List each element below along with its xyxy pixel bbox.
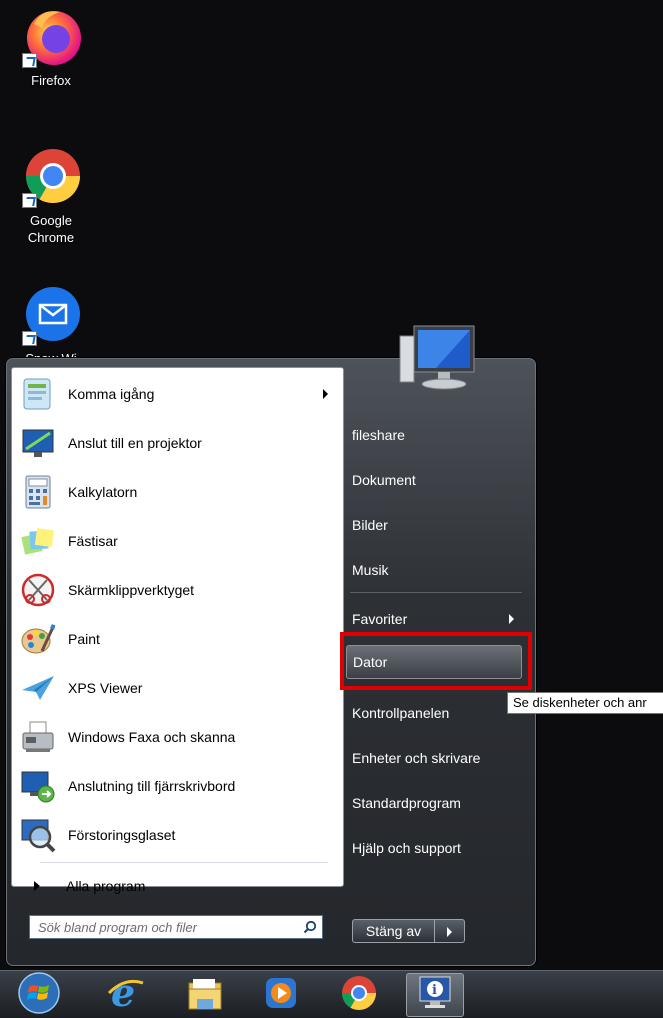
- program-item-sticky-notes[interactable]: Fästisar: [20, 519, 336, 563]
- chrome-icon: [339, 973, 379, 1018]
- program-label: Windows Faxa och skanna: [68, 729, 236, 745]
- start-button[interactable]: [10, 971, 68, 1018]
- taskbar-media-player[interactable]: [252, 973, 310, 1017]
- right-item-pictures[interactable]: Bilder: [346, 508, 522, 542]
- firefox-icon: [20, 6, 82, 68]
- right-item-label: Bilder: [352, 517, 388, 533]
- submenu-arrow-icon: [509, 614, 514, 624]
- computer-icon: [396, 322, 478, 396]
- right-item-documents[interactable]: Dokument: [346, 463, 522, 497]
- file-explorer-icon: [185, 973, 225, 1018]
- taskbar-internet-explorer[interactable]: e: [96, 970, 154, 1018]
- program-item-xps-viewer[interactable]: XPS Viewer: [20, 666, 336, 710]
- program-item-calculator[interactable]: Kalkylatorn: [20, 470, 336, 514]
- right-item-help-support[interactable]: Hjälp och support: [346, 831, 522, 865]
- fax-scan-icon: [20, 719, 56, 755]
- shutdown-button[interactable]: Stäng av: [352, 919, 435, 943]
- all-programs-button[interactable]: Alla program: [34, 872, 145, 900]
- program-label: Paint: [68, 631, 100, 647]
- search-box[interactable]: [29, 915, 323, 939]
- right-divider: [350, 592, 522, 593]
- program-item-remote-desktop[interactable]: Anslutning till fjärrskrivbord: [20, 764, 336, 808]
- media-player-icon: [263, 975, 299, 1016]
- magnifier-icon: [20, 817, 56, 853]
- right-item-devices-printers[interactable]: Enheter och skrivare: [346, 741, 522, 775]
- svg-text:e: e: [111, 973, 135, 1013]
- right-item-fileshare[interactable]: fileshare: [346, 418, 522, 452]
- desktop-icon-mail[interactable]: Snow Wi: [12, 284, 90, 367]
- program-item-projector[interactable]: Anslut till en projektor: [20, 421, 336, 465]
- program-label: Anslutning till fjärrskrivbord: [68, 778, 236, 794]
- projector-icon: [20, 425, 56, 461]
- program-label: Komma igång: [68, 386, 155, 402]
- chrome-icon: [20, 146, 82, 208]
- tooltip: Se diskenheter och anr: [507, 692, 663, 714]
- desktop-icon-label: Google Chrome: [27, 213, 75, 245]
- internet-explorer-icon: e: [105, 970, 145, 1018]
- right-item-label: fileshare: [352, 427, 405, 443]
- program-item-paint[interactable]: Paint: [20, 617, 336, 661]
- xps-viewer-icon: [20, 670, 56, 706]
- calculator-icon: [20, 474, 56, 510]
- right-item-label: Hjälp och support: [352, 840, 461, 856]
- desktop-icon-label: Firefox: [31, 73, 71, 88]
- submenu-arrow-icon: [323, 389, 328, 399]
- search-input[interactable]: [30, 916, 298, 938]
- all-programs-label: Alla program: [66, 878, 146, 894]
- program-label: Fästisar: [68, 533, 118, 549]
- program-label: Skärmklippverktyget: [68, 582, 195, 598]
- desktop-icon-firefox[interactable]: Firefox: [12, 6, 90, 89]
- program-label: Förstoringsglaset: [68, 827, 176, 843]
- desktop-icon-chrome[interactable]: Google Chrome: [12, 146, 90, 246]
- taskbar-file-explorer[interactable]: [176, 973, 234, 1017]
- getting-started-icon: [20, 376, 56, 412]
- programs-pane: Komma igång Anslut till en projektor Kal…: [11, 367, 344, 894]
- paint-icon: [20, 621, 56, 657]
- right-item-label: Dokument: [352, 472, 416, 488]
- desktop: Firefox Google Chrome Snow Wi: [0, 0, 663, 1018]
- shutdown-group: Stäng av: [352, 919, 465, 943]
- program-item-magnifier[interactable]: Förstoringsglaset: [20, 813, 336, 857]
- right-item-label: Favoriter: [352, 611, 408, 627]
- right-item-music[interactable]: Musik: [346, 553, 522, 587]
- right-item-label: Standardprogram: [352, 795, 461, 811]
- program-label: Anslut till en projektor: [68, 435, 202, 451]
- search-icon[interactable]: [298, 916, 322, 938]
- program-label: XPS Viewer: [68, 680, 143, 696]
- right-item-label: Kontrollpanelen: [352, 705, 450, 721]
- taskbar: e i: [0, 970, 663, 1018]
- programs-divider: [40, 862, 328, 863]
- snipping-tool-icon: [20, 572, 56, 608]
- system-info-icon: i: [415, 973, 455, 1018]
- mail-icon: [20, 284, 82, 346]
- remote-desktop-icon: [20, 768, 56, 804]
- program-item-getting-started[interactable]: Komma igång: [20, 372, 336, 416]
- right-item-control-panel[interactable]: Kontrollpanelen: [346, 696, 522, 730]
- taskbar-chrome[interactable]: [330, 973, 388, 1017]
- right-item-favorites[interactable]: Favoriter: [346, 602, 522, 636]
- program-label: Kalkylatorn: [68, 484, 138, 500]
- right-item-default-programs[interactable]: Standardprogram: [346, 786, 522, 820]
- start-orb-icon: [17, 971, 61, 1018]
- program-item-fax-scan[interactable]: Windows Faxa och skanna: [20, 715, 336, 759]
- svg-text:i: i: [432, 983, 437, 998]
- right-item-label: Enheter och skrivare: [352, 750, 481, 766]
- program-item-snipping-tool[interactable]: Skärmklippverktyget: [20, 568, 336, 612]
- taskbar-system-info[interactable]: i: [406, 973, 464, 1017]
- right-item-label: Musik: [352, 562, 389, 578]
- expand-arrow-icon: [34, 881, 40, 891]
- highlight-box: [340, 632, 532, 690]
- sticky-notes-icon: [20, 523, 56, 559]
- shutdown-options-arrow-icon[interactable]: [435, 919, 465, 943]
